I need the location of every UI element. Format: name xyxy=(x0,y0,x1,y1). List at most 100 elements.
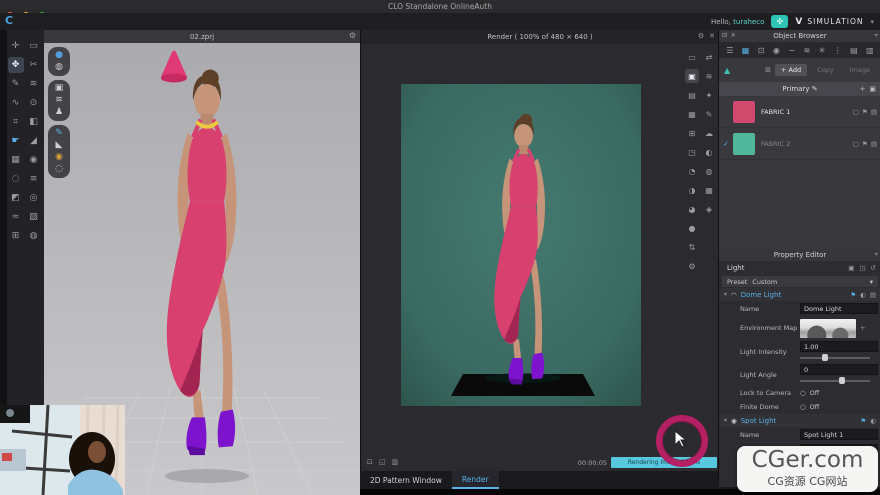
tab-stage-icon[interactable]: ▥ xyxy=(866,46,874,55)
render-video-icon[interactable]: ▭ xyxy=(685,50,699,64)
chevron-down-icon[interactable]: ▾ xyxy=(870,18,874,26)
texture-edit-icon[interactable]: ▦ xyxy=(8,152,24,168)
collapse-icon[interactable]: ▾ xyxy=(724,417,727,424)
render-canvas[interactable] xyxy=(401,84,641,406)
dome-light-section[interactable]: ▾ ◠ Dome Light ⚑◐▤ xyxy=(719,288,880,301)
grid-view-icon[interactable]: ▥ xyxy=(392,458,399,466)
fabric-row[interactable]: ✓ FABRIC 2 ▢ ⚑ ▤ xyxy=(719,128,880,160)
button-tool-icon[interactable]: ◉ xyxy=(26,152,42,168)
flag-icon[interactable]: ⚑ xyxy=(862,108,868,116)
dome-name-input[interactable] xyxy=(800,303,878,314)
dock-icon[interactable]: ⊟ xyxy=(722,31,727,39)
environment-map-thumbnail[interactable] xyxy=(800,319,856,338)
add-fabric-button[interactable]: + Add xyxy=(775,64,807,76)
light-intensity-slider[interactable] xyxy=(800,354,870,362)
render-image-icon[interactable]: ▣ xyxy=(685,69,699,83)
show-floor-icon[interactable]: ◌ xyxy=(55,165,63,174)
avatar-tape-icon[interactable]: ✂ xyxy=(26,57,42,73)
smooth-icon[interactable]: ◍ xyxy=(26,228,42,244)
render-settings-gear-icon[interactable]: ⚙ xyxy=(698,32,704,40)
measure-icon[interactable]: ⌗ xyxy=(8,114,24,130)
save-image-icon[interactable]: ⊡ xyxy=(367,458,373,466)
viewport-settings-icon[interactable]: ⚙ xyxy=(349,31,356,40)
tab-topstitch-icon[interactable]: ≋ xyxy=(803,46,810,55)
spark-icon[interactable]: ✦ xyxy=(702,88,716,102)
tab-render[interactable]: Render xyxy=(452,471,499,489)
image-fabric-button[interactable]: Image xyxy=(844,64,876,76)
sewing-icon[interactable]: ∿ xyxy=(8,95,24,111)
add-colorway-icon[interactable]: + xyxy=(860,85,866,93)
render-close-icon[interactable]: ✕ xyxy=(709,32,715,40)
grade-icon[interactable]: ◧ xyxy=(26,114,42,130)
show-avatar-icon[interactable]: ♟ xyxy=(55,108,63,117)
zoom-tool-icon[interactable]: ◎ xyxy=(26,190,42,206)
edit-colorway-icon[interactable]: ✎ xyxy=(812,85,818,93)
render-knob3-icon[interactable]: ◕ xyxy=(685,202,699,216)
tab-library-icon[interactable]: ☰ xyxy=(726,46,733,55)
dome-note-icon[interactable]: ▤ xyxy=(870,291,876,299)
fabric-swatch[interactable] xyxy=(733,133,755,155)
panel-close-icon[interactable]: ✕ xyxy=(730,31,735,39)
expand-view-icon[interactable]: ◱ xyxy=(379,458,386,466)
info-icon[interactable]: ▤ xyxy=(871,108,877,116)
shadow-icon[interactable]: ◐ xyxy=(702,145,716,159)
save-preset-icon[interactable]: ◳ xyxy=(859,264,865,272)
copy-fabric-button[interactable]: Copy xyxy=(811,64,840,76)
spot-pin-icon[interactable]: ⚑ xyxy=(861,417,867,425)
shrink-icon[interactable]: ◩ xyxy=(8,190,24,206)
show-stitch-icon[interactable]: ≋ xyxy=(55,96,63,105)
image-sequence-icon[interactable]: ▤ xyxy=(685,88,699,102)
pen-3d-icon[interactable]: ✎ xyxy=(8,76,24,92)
light-preset-dropdown[interactable]: Preset Custom ▾ xyxy=(722,276,878,287)
light-angle-input[interactable] xyxy=(800,364,878,375)
select-icon[interactable]: ✛ xyxy=(8,38,24,54)
folder-icon[interactable]: ▣ xyxy=(869,85,876,93)
avatar-3d[interactable] xyxy=(132,64,282,464)
finite-dome-toggle[interactable]: ○ Off xyxy=(800,403,876,411)
show-pen-icon[interactable]: ✎ xyxy=(55,129,63,138)
collapse-icon[interactable]: ▾ xyxy=(724,291,727,298)
lock-to-camera-toggle[interactable]: ○ Off xyxy=(800,389,876,397)
save-render-icon[interactable]: ⊞ xyxy=(685,126,699,140)
flag-icon[interactable]: ⚑ xyxy=(862,140,868,148)
pe-pin-icon[interactable]: ⌖ xyxy=(874,250,878,259)
render-knob4-icon[interactable]: ● xyxy=(685,221,699,235)
sync-icon[interactable]: ⇄ xyxy=(702,50,716,64)
cloud-icon[interactable]: ☁ xyxy=(702,126,716,140)
render-knob2-icon[interactable]: ◑ xyxy=(685,183,699,197)
globe-icon[interactable]: ◍ xyxy=(702,164,716,178)
tab-scene-icon[interactable]: ▤ xyxy=(850,46,858,55)
spot-name-input[interactable] xyxy=(800,429,878,440)
show-shoe-icon[interactable]: ◣ xyxy=(56,141,63,150)
open-render-icon[interactable]: ◳ xyxy=(685,145,699,159)
topstitch-icon[interactable]: ≡ xyxy=(26,171,42,187)
show-mannequin-icon[interactable]: ◉ xyxy=(55,153,63,162)
box-select-icon[interactable]: ▭ xyxy=(26,38,42,54)
colorway-section-bar[interactable]: Primary ✎ + ▣ xyxy=(719,82,880,96)
env-add-icon[interactable]: + xyxy=(860,324,865,332)
tab-avatar-icon[interactable]: ◉ xyxy=(773,46,780,55)
simulation-menu[interactable]: Ⅴ SIMULATION xyxy=(795,17,863,27)
render-queue-icon[interactable]: ▦ xyxy=(685,107,699,121)
fabric-swatch[interactable] xyxy=(733,101,755,123)
hand-tool-icon[interactable]: ☛ xyxy=(8,133,24,149)
dome-visible-icon[interactable]: ◐ xyxy=(860,291,866,299)
dome-pin-icon[interactable]: ⚑ xyxy=(850,291,856,299)
tab-puckering-icon[interactable]: ✳ xyxy=(819,46,826,55)
edit-sewing-icon[interactable]: ≋ xyxy=(26,76,42,92)
spot-light-section[interactable]: ▾ ◉ Spot Light ⚑◐ xyxy=(719,414,880,427)
fold-icon[interactable]: ◢ xyxy=(26,133,42,149)
open-preset-icon[interactable]: ▣ xyxy=(848,264,854,272)
spot-visible-icon[interactable]: ◐ xyxy=(870,417,876,425)
render-knob1-icon[interactable]: ◔ xyxy=(685,164,699,178)
fabric-row[interactable]: FABRIC 1 ▢ ⚑ ▤ xyxy=(719,96,880,128)
fur-icon[interactable]: ▨ xyxy=(26,209,42,225)
brush-icon[interactable]: ✎ xyxy=(702,107,716,121)
chip-icon[interactable]: ▦ xyxy=(702,183,716,197)
swap-icon[interactable]: ⇅ xyxy=(685,240,699,254)
info-icon[interactable]: ▤ xyxy=(871,140,877,148)
tab-button-icon[interactable]: ⊡ xyxy=(758,46,765,55)
bind-icon[interactable]: ⊞ xyxy=(8,228,24,244)
duplicate-icon[interactable]: ⊞ xyxy=(765,66,771,74)
fabric-check-icon[interactable]: ✓ xyxy=(723,140,733,148)
